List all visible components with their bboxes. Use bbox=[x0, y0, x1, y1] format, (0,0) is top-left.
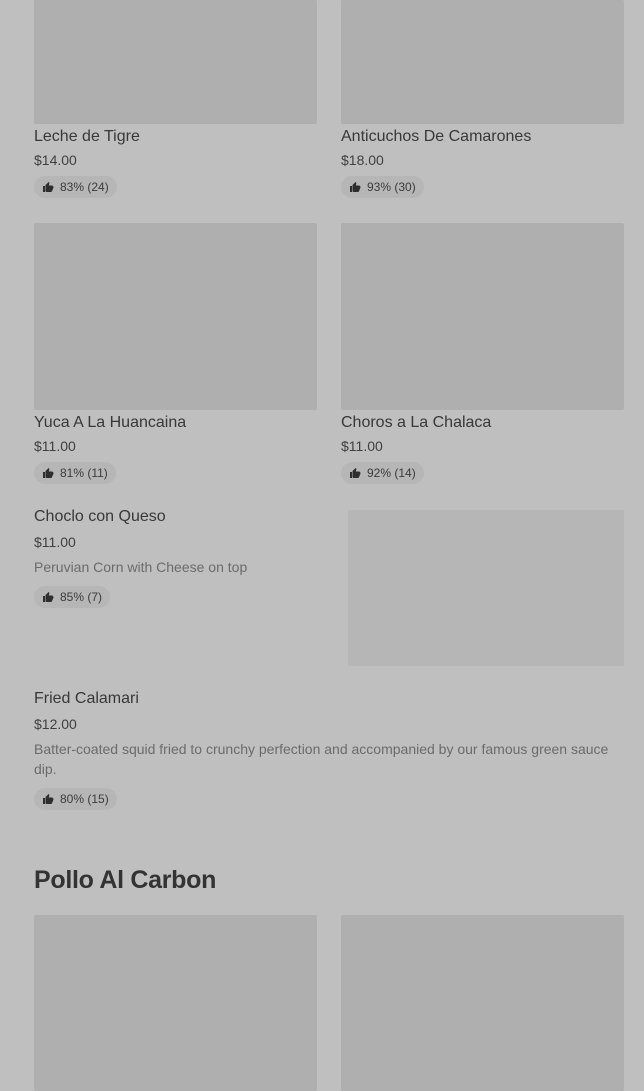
rating-badge: 85% (7) bbox=[34, 586, 111, 608]
rating-text: 92% (14) bbox=[367, 466, 416, 480]
item-name[interactable]: Choros a La Chalaca bbox=[341, 414, 491, 432]
rating-text: 85% (7) bbox=[60, 590, 103, 604]
thumbs-up-icon bbox=[350, 182, 361, 192]
rating-badge: 92% (14) bbox=[341, 462, 424, 484]
thumbs-up-icon bbox=[43, 468, 54, 478]
rating-text: 80% (15) bbox=[60, 792, 109, 806]
thumbs-up-icon bbox=[43, 794, 54, 804]
item-image[interactable] bbox=[34, 915, 317, 1091]
item-price: $11.00 bbox=[34, 534, 76, 550]
rating-badge: 83% (24) bbox=[34, 176, 117, 198]
thumbs-up-icon bbox=[43, 592, 54, 602]
item-image[interactable] bbox=[341, 915, 624, 1091]
item-image[interactable] bbox=[34, 0, 317, 124]
item-image[interactable] bbox=[34, 223, 317, 410]
item-name[interactable]: Fried Calamari bbox=[34, 690, 139, 708]
item-name[interactable]: Anticuchos De Camarones bbox=[341, 128, 531, 146]
item-description: Batter-coated squid fried to crunchy per… bbox=[34, 741, 609, 777]
section-title: Pollo Al Carbon bbox=[34, 866, 217, 894]
rating-text: 93% (30) bbox=[367, 180, 416, 194]
item-name[interactable]: Choclo con Queso bbox=[34, 508, 166, 526]
item-price: $12.00 bbox=[34, 716, 77, 732]
item-name[interactable]: Leche de Tigre bbox=[34, 128, 140, 146]
rating-text: 83% (24) bbox=[60, 180, 109, 194]
item-image[interactable] bbox=[348, 510, 624, 666]
rating-badge: 81% (11) bbox=[34, 462, 116, 484]
thumbs-up-icon bbox=[350, 468, 361, 478]
item-description: Peruvian Corn with Cheese on top bbox=[34, 559, 248, 575]
item-price: $11.00 bbox=[34, 438, 76, 454]
item-name[interactable]: Yuca A La Huancaina bbox=[34, 414, 186, 432]
item-price: $14.00 bbox=[34, 152, 77, 168]
rating-badge: 80% (15) bbox=[34, 788, 117, 810]
thumbs-up-icon bbox=[43, 182, 54, 192]
item-price: $18.00 bbox=[341, 152, 384, 168]
item-image[interactable] bbox=[341, 223, 624, 410]
item-image[interactable] bbox=[341, 0, 624, 124]
item-price: $11.00 bbox=[341, 438, 383, 454]
rating-text: 81% (11) bbox=[60, 466, 108, 480]
rating-badge: 93% (30) bbox=[341, 176, 424, 198]
